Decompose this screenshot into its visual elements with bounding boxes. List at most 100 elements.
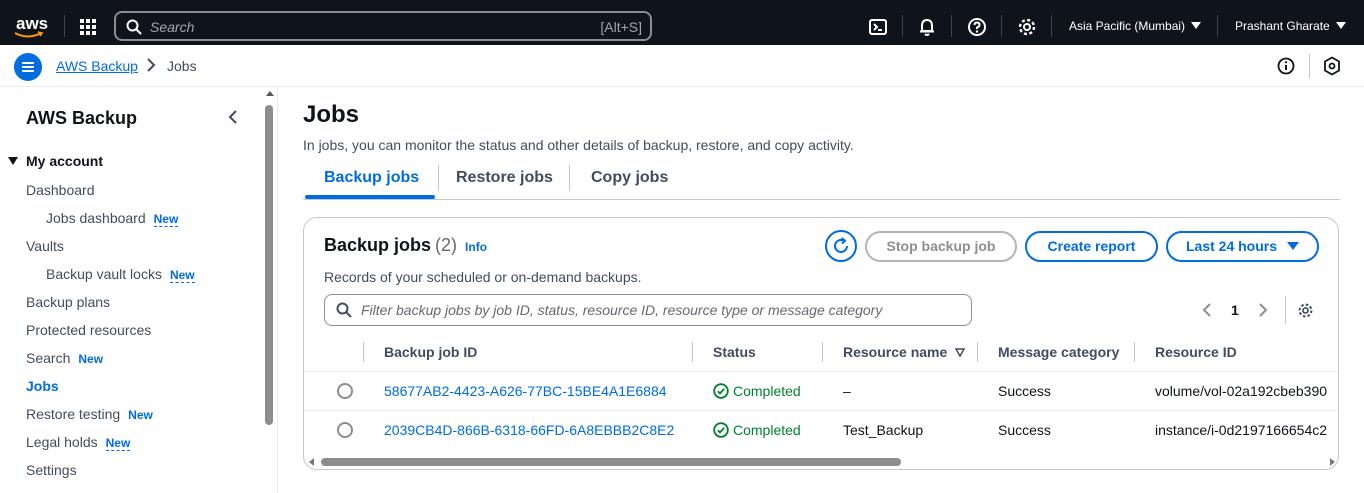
help-icon[interactable]	[967, 17, 987, 37]
jobs-tabs: Backup jobs Restore jobs Copy jobs	[303, 160, 1340, 200]
column-divider[interactable]	[977, 342, 978, 362]
sidebar-item-backup-plans[interactable]: Backup plans	[26, 294, 110, 310]
notifications-bell-icon[interactable]	[917, 17, 937, 37]
search-shortcut: [Alt+S]	[600, 19, 642, 35]
table-row-divider	[304, 410, 1338, 411]
breadcrumb-divider	[1309, 54, 1310, 78]
sidebar-item-label: Dashboard	[26, 182, 95, 198]
collapse-sidebar-chevron-left-icon[interactable]	[226, 109, 240, 125]
success-check-icon	[713, 422, 729, 438]
scroll-up-arrow-icon[interactable]	[266, 91, 274, 96]
column-divider[interactable]	[822, 342, 823, 362]
table-header-divider	[304, 371, 1338, 372]
status-text: Completed	[733, 383, 801, 399]
sidebar-item-label: Protected resources	[26, 322, 152, 338]
chevron-right-icon	[147, 58, 156, 72]
region-selector[interactable]: Asia Pacific (Mumbai)	[1069, 19, 1202, 33]
breadcrumb-current-page: Jobs	[167, 58, 197, 74]
previous-page-chevron-left-icon[interactable]	[1201, 302, 1213, 318]
next-page-chevron-right-icon[interactable]	[1257, 302, 1269, 318]
caret-down-icon	[1335, 22, 1346, 30]
services-grid-icon[interactable]	[80, 19, 96, 35]
column-header-resource-name[interactable]: Resource name	[843, 344, 966, 360]
search-icon	[336, 302, 352, 318]
sidebar-item-jobs[interactable]: Jobs	[26, 378, 59, 394]
page-description: In jobs, you can monitor the status and …	[303, 137, 854, 153]
table-horizontal-scrollbar[interactable]	[321, 458, 901, 466]
new-badge: New	[105, 436, 131, 451]
navigation-menu-button[interactable]	[14, 53, 42, 81]
user-name: Prashant Gharate	[1235, 19, 1330, 33]
sidebar-scrollbar[interactable]	[265, 105, 273, 425]
job-id-link[interactable]: 2039CB4D-866B-6318-66FD-6A8EBBB2C8E2	[384, 422, 674, 438]
create-report-button[interactable]: Create report	[1025, 231, 1158, 262]
stop-backup-job-button[interactable]: Stop backup job	[865, 231, 1017, 262]
sidebar-item-dashboard[interactable]: Dashboard	[26, 182, 95, 198]
side-navigation: AWS Backup My account Dashboard Jobs das…	[0, 87, 278, 493]
feedback-hexagon-icon[interactable]	[1323, 56, 1341, 76]
sidebar-item-label: Jobs dashboard	[46, 210, 146, 226]
sidebar-title[interactable]: AWS Backup	[26, 108, 137, 129]
tab-backup-jobs[interactable]: Backup jobs	[324, 169, 419, 187]
new-badge: New	[128, 408, 153, 422]
refresh-button[interactable]	[825, 230, 857, 262]
search-placeholder: Search	[150, 19, 195, 35]
sidebar-item-label: Backup plans	[26, 294, 111, 310]
settings-gear-icon[interactable]	[1017, 17, 1037, 37]
info-icon[interactable]	[1277, 57, 1295, 75]
nav-divider	[902, 15, 903, 37]
tab-copy-jobs[interactable]: Copy jobs	[591, 169, 668, 187]
scroll-right-arrow-icon[interactable]	[1330, 458, 1335, 466]
filter-jobs-input[interactable]: Filter backup jobs by job ID, status, re…	[324, 294, 972, 326]
time-range-dropdown[interactable]: Last 24 hours	[1166, 231, 1319, 262]
sidebar-item-vaults[interactable]: Vaults	[26, 238, 64, 254]
sidebar-item-label: Jobs	[26, 378, 59, 394]
sidebar-item-restore-testing[interactable]: Restore testing New	[26, 406, 153, 422]
sidebar-item-backup-vault-locks[interactable]: Backup vault locks New	[46, 266, 195, 283]
sidebar-item-protected-resources[interactable]: Protected resources	[26, 322, 151, 338]
job-count: (2)	[435, 235, 458, 255]
sort-descending-icon	[954, 348, 966, 358]
breadcrumb-link-aws-backup[interactable]: AWS Backup	[56, 58, 138, 74]
sidebar-item-label: Vaults	[26, 238, 64, 254]
tab-divider	[569, 165, 570, 191]
column-divider[interactable]	[1134, 342, 1135, 362]
row-select-radio[interactable]	[337, 383, 353, 399]
account-menu[interactable]: Prashant Gharate	[1235, 19, 1346, 33]
job-id-link[interactable]: 58677AB2-4423-A626-77BC-15BE4A1E6884	[384, 383, 667, 399]
sidebar-item-jobs-dashboard[interactable]: Jobs dashboard New	[46, 210, 179, 227]
nav-divider	[1001, 15, 1002, 37]
sidebar-section-label: My account	[26, 153, 104, 169]
table-preferences-gear-icon[interactable]	[1297, 302, 1314, 319]
container-header: Backup jobs (2) Info	[324, 235, 487, 256]
sidebar-item-search[interactable]: Search New	[26, 350, 103, 366]
cloudshell-icon[interactable]	[868, 17, 888, 37]
aws-logo[interactable]: aws	[12, 12, 52, 40]
column-header-message-category[interactable]: Message category	[998, 344, 1119, 360]
info-link[interactable]: Info	[465, 240, 487, 254]
sidebar-item-label: Settings	[26, 462, 77, 478]
column-header-resource-id[interactable]: Resource ID	[1155, 344, 1237, 360]
sidebar-item-legal-holds[interactable]: Legal holds New	[26, 434, 131, 451]
sidebar-section-my-account[interactable]: My account	[8, 153, 103, 169]
column-header-status[interactable]: Status	[713, 344, 756, 360]
sidebar-item-settings[interactable]: Settings	[26, 462, 77, 478]
column-header-backup-job-id[interactable]: Backup job ID	[384, 344, 477, 360]
tab-restore-jobs[interactable]: Restore jobs	[456, 169, 553, 187]
resource-id-cell: volume/vol-02a192cbeb390	[1155, 383, 1328, 399]
message-category-cell: Success	[998, 422, 1051, 438]
global-search-input[interactable]: Search [Alt+S]	[114, 11, 652, 41]
caret-down-icon	[8, 157, 18, 166]
column-divider	[363, 342, 364, 362]
backup-jobs-table-container: Backup jobs (2) Info Records of your sched…	[303, 217, 1339, 470]
active-tab-indicator	[305, 195, 435, 199]
column-divider[interactable]	[692, 342, 693, 362]
status-text: Completed	[733, 422, 801, 438]
current-page-number[interactable]: 1	[1231, 302, 1239, 318]
sidebar-item-label: Legal holds	[26, 434, 98, 450]
scroll-left-arrow-icon[interactable]	[309, 458, 314, 466]
row-select-radio[interactable]	[337, 422, 353, 438]
time-range-label: Last 24 hours	[1185, 238, 1278, 254]
message-category-cell: Success	[998, 383, 1051, 399]
resource-id-cell: instance/i-0d2197166654c2	[1155, 422, 1328, 438]
